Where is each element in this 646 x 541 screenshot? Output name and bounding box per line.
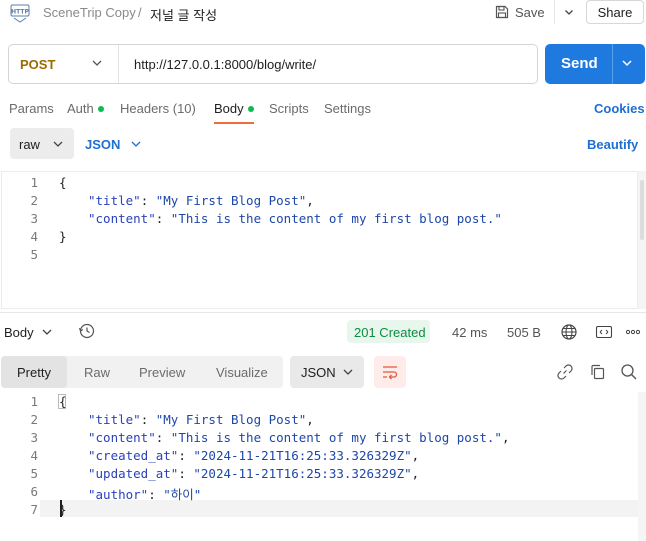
json-value: "2024-11-21T16:25:33.326329Z" bbox=[193, 448, 412, 463]
code-line: "author": "하이" bbox=[88, 487, 202, 502]
wrap-lines-icon[interactable] bbox=[381, 363, 399, 381]
response-format-label[interactable]: JSON bbox=[301, 365, 336, 380]
save-response-icon[interactable] bbox=[595, 324, 613, 340]
line-number: 4 bbox=[30, 448, 38, 463]
response-editor-scrollbar[interactable] bbox=[638, 392, 646, 541]
tab-raw[interactable]: Raw bbox=[84, 365, 110, 380]
code-line: "content": "This is the content of my fi… bbox=[88, 211, 502, 226]
globe-icon[interactable] bbox=[560, 323, 578, 341]
breadcrumb-separator: / bbox=[138, 5, 142, 20]
beautify-button[interactable]: Beautify bbox=[587, 137, 638, 152]
line-number: 5 bbox=[30, 247, 38, 262]
json-value: "This is the content of my first blog po… bbox=[170, 430, 502, 445]
code-line: "content": "This is the content of my fi… bbox=[88, 430, 510, 445]
json-punct: , bbox=[306, 193, 314, 208]
send-divider bbox=[612, 44, 613, 84]
line-number: 1 bbox=[30, 175, 38, 190]
code-line: } bbox=[59, 229, 67, 244]
status-code[interactable]: 201 Created bbox=[354, 325, 426, 340]
http-icon-label: HTTP bbox=[11, 9, 29, 16]
auth-active-dot bbox=[97, 105, 104, 112]
save-icon bbox=[495, 5, 509, 19]
json-punct: , bbox=[411, 466, 420, 481]
save-options-button[interactable] bbox=[554, 0, 583, 24]
breadcrumb-collection[interactable]: SceneTrip Copy bbox=[43, 5, 136, 20]
tab-visualize[interactable]: Visualize bbox=[216, 365, 268, 380]
code-line: { bbox=[59, 175, 67, 190]
share-button[interactable]: Share bbox=[586, 0, 644, 24]
history-icon[interactable] bbox=[78, 322, 96, 340]
request-title[interactable]: 저널 글 작성 bbox=[150, 5, 217, 24]
chevron-down-icon[interactable] bbox=[130, 137, 142, 151]
response-size[interactable]: 505 B bbox=[507, 325, 541, 340]
code-line: "created_at": "2024-11-21T16:25:33.32632… bbox=[88, 448, 420, 463]
json-key: "content" bbox=[88, 430, 156, 445]
json-punct: , bbox=[306, 412, 314, 427]
request-body-editor[interactable] bbox=[1, 171, 638, 309]
json-key: "title" bbox=[88, 412, 141, 427]
body-mode-label[interactable]: raw bbox=[19, 137, 40, 152]
chevron-down-icon[interactable] bbox=[620, 56, 634, 70]
json-value: "This is the content of my first blog po… bbox=[170, 211, 502, 226]
chevron-down-icon[interactable] bbox=[91, 56, 103, 70]
body-format-select[interactable]: JSON bbox=[85, 137, 120, 152]
text-cursor bbox=[60, 500, 62, 517]
json-value: "2024-11-21T16:25:33.326329Z" bbox=[193, 466, 412, 481]
line-number: 2 bbox=[30, 193, 38, 208]
request-editor-scroll-thumb[interactable] bbox=[640, 180, 644, 240]
json-value: "My First Blog Post" bbox=[155, 412, 307, 427]
json-key: "created_at" bbox=[88, 448, 179, 463]
json-value: "My First Blog Post" bbox=[155, 193, 307, 208]
chevron-down-icon bbox=[565, 10, 573, 15]
tab-settings[interactable]: Settings bbox=[324, 101, 371, 116]
json-punct: , bbox=[501, 430, 510, 445]
line-number: 7 bbox=[30, 502, 38, 517]
tab-headers[interactable]: Headers (10) bbox=[120, 101, 196, 116]
json-punct: , bbox=[411, 448, 420, 463]
code-line: "title": "My First Blog Post", bbox=[88, 412, 314, 427]
line-number: 6 bbox=[30, 484, 38, 499]
tab-scripts[interactable]: Scripts bbox=[269, 101, 309, 116]
line-number: 3 bbox=[30, 211, 38, 226]
chevron-down-icon[interactable] bbox=[342, 365, 354, 379]
tab-auth[interactable]: Auth bbox=[67, 101, 104, 116]
request-response-divider[interactable] bbox=[0, 312, 646, 313]
line-number: 2 bbox=[30, 412, 38, 427]
json-key: "title" bbox=[88, 193, 141, 208]
cookies-link[interactable]: Cookies bbox=[594, 101, 645, 116]
json-key: "author" bbox=[88, 487, 149, 502]
chevron-down-icon[interactable] bbox=[52, 137, 64, 151]
json-key: "updated_at" bbox=[88, 466, 179, 481]
more-options-icon[interactable] bbox=[625, 326, 641, 338]
tab-body[interactable]: Body bbox=[214, 101, 254, 116]
line-number: 5 bbox=[30, 466, 38, 481]
json-value: "하이" bbox=[163, 487, 202, 502]
url-input[interactable]: http://127.0.0.1:8000/blog/write/ bbox=[134, 57, 316, 72]
copy-icon[interactable] bbox=[589, 363, 607, 381]
http-collection-icon: HTTP bbox=[10, 4, 30, 23]
response-body-select[interactable]: Body bbox=[4, 325, 34, 340]
line-number: 3 bbox=[30, 430, 38, 445]
tab-pretty[interactable]: Pretty bbox=[17, 365, 51, 380]
search-icon[interactable] bbox=[620, 363, 638, 381]
code-line: "title": "My First Blog Post", bbox=[88, 193, 314, 208]
code-line: "updated_at": "2024-11-21T16:25:33.32632… bbox=[88, 466, 420, 481]
line-number: 1 bbox=[30, 394, 38, 409]
url-divider bbox=[118, 45, 119, 83]
json-key: "content" bbox=[88, 211, 156, 226]
send-label[interactable]: Send bbox=[561, 55, 598, 72]
link-icon[interactable] bbox=[556, 363, 574, 381]
method-select[interactable]: POST bbox=[20, 57, 55, 72]
active-tab-indicator bbox=[214, 122, 254, 124]
chevron-down-icon[interactable] bbox=[41, 325, 53, 339]
save-label: Save bbox=[515, 4, 545, 20]
response-time[interactable]: 42 ms bbox=[452, 325, 487, 340]
save-button[interactable]: Save bbox=[494, 1, 545, 23]
code-line: { bbox=[59, 394, 67, 409]
tab-params[interactable]: Params bbox=[9, 101, 54, 116]
body-active-dot bbox=[247, 105, 254, 112]
tab-preview[interactable]: Preview bbox=[139, 365, 185, 380]
line-number: 4 bbox=[30, 229, 38, 244]
